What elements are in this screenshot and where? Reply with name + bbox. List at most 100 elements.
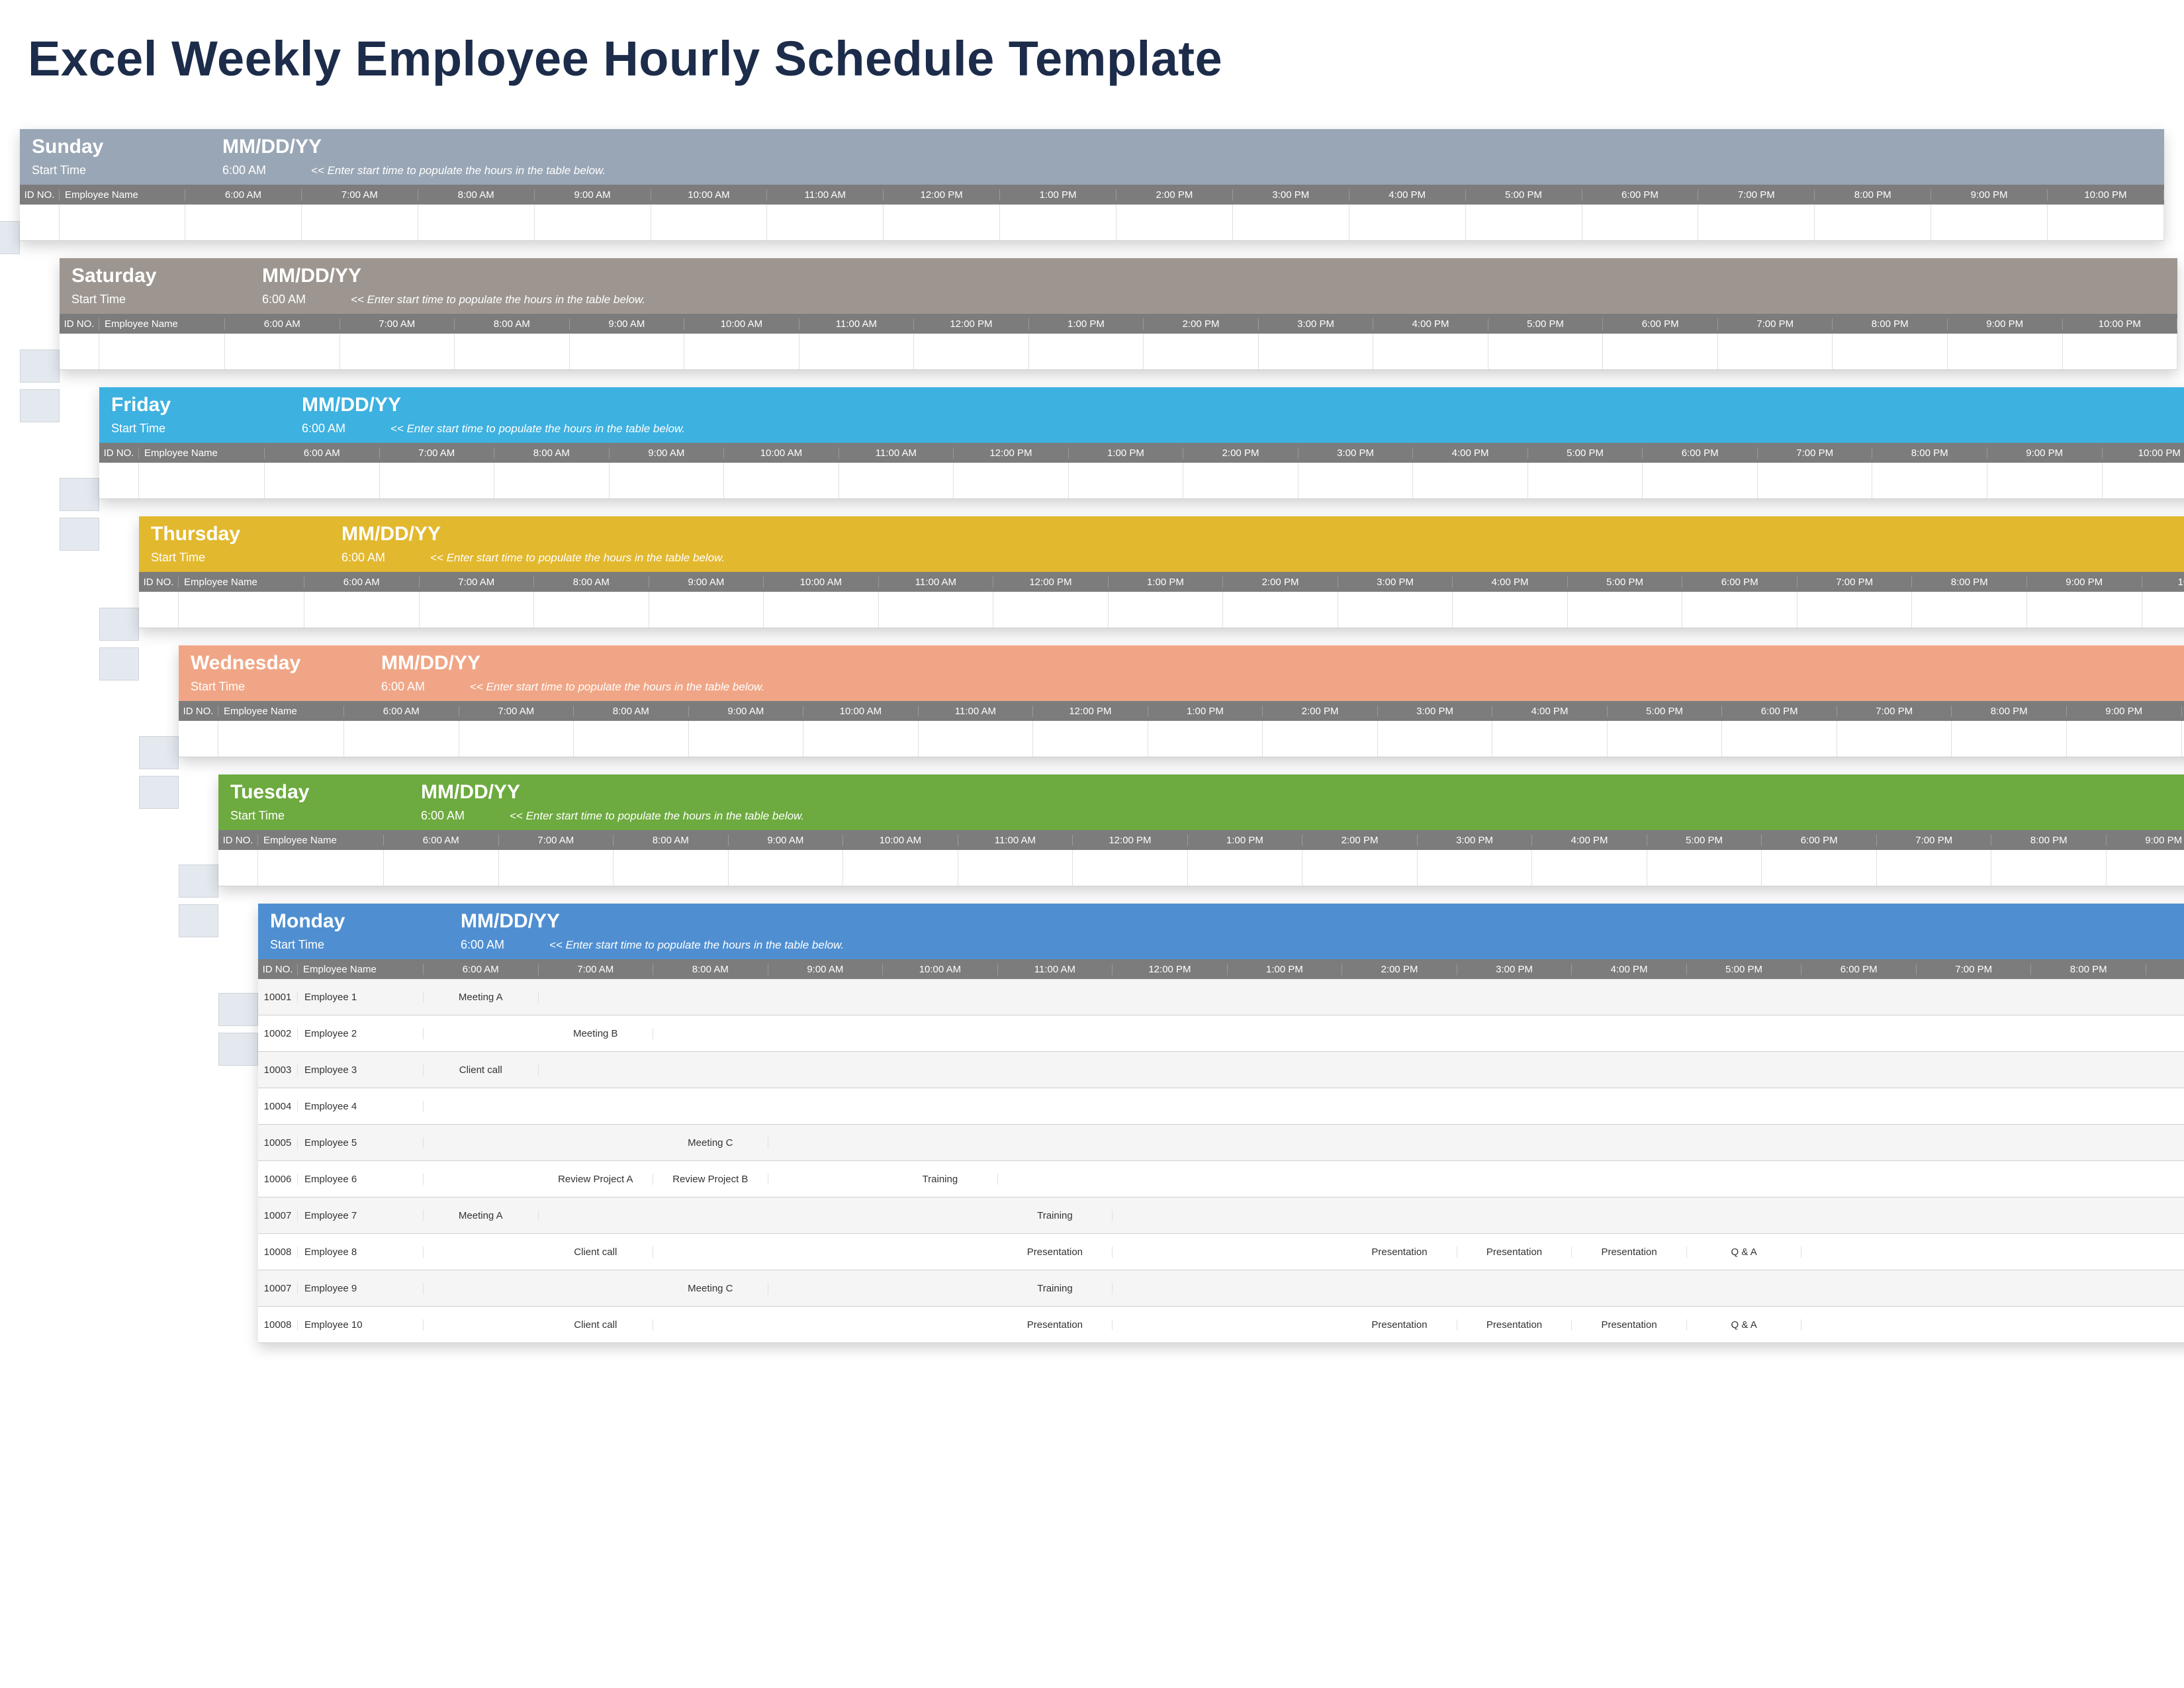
- cell-hour[interactable]: Presentation: [1457, 1246, 1572, 1258]
- cell-hour[interactable]: Review Project A: [539, 1174, 654, 1185]
- cell-hour[interactable]: [767, 205, 884, 240]
- cell-id[interactable]: [20, 205, 60, 240]
- cell-hour[interactable]: [1029, 334, 1144, 369]
- cell-hour[interactable]: Meeting B: [539, 1028, 654, 1039]
- cell-hour[interactable]: [1338, 592, 1453, 628]
- cell-hour[interactable]: [1069, 463, 1184, 498]
- cell-hour[interactable]: [1349, 205, 1466, 240]
- cell-hour[interactable]: [2142, 592, 2184, 628]
- cell-hour[interactable]: [1837, 721, 1952, 757]
- cell-hour[interactable]: [958, 850, 1073, 886]
- cell-hour[interactable]: [1797, 592, 1913, 628]
- cell-hour[interactable]: [1815, 205, 1931, 240]
- cell-id[interactable]: 10007: [258, 1210, 298, 1221]
- cell-hour[interactable]: Q & A: [1687, 1319, 1802, 1331]
- sheet-tab[interactable]: [20, 350, 60, 383]
- day-date[interactable]: MM/DD/YY: [302, 394, 401, 416]
- cell-hour[interactable]: [839, 463, 954, 498]
- cell-hour[interactable]: Training: [998, 1210, 1113, 1221]
- cell-hour[interactable]: [535, 205, 651, 240]
- cell-id[interactable]: [218, 850, 258, 886]
- cell-hour[interactable]: Meeting C: [653, 1283, 768, 1294]
- cell-hour[interactable]: [1603, 334, 1718, 369]
- cell-hour[interactable]: [1528, 463, 1643, 498]
- start-time-value[interactable]: 6:00 AM: [381, 680, 441, 694]
- sheet-tab[interactable]: [179, 865, 218, 898]
- cell-hour[interactable]: [1263, 721, 1378, 757]
- cell-hour[interactable]: [2048, 205, 2164, 240]
- cell-id[interactable]: 10008: [258, 1246, 298, 1258]
- cell-hour[interactable]: [1033, 721, 1148, 757]
- cell-hour[interactable]: [1223, 592, 1338, 628]
- cell-hour[interactable]: Presentation: [1342, 1319, 1457, 1331]
- cell-hour[interactable]: [610, 463, 725, 498]
- cell-employee[interactable]: Employee 1: [298, 992, 424, 1003]
- cell-employee[interactable]: [60, 205, 185, 240]
- cell-hour[interactable]: [2067, 721, 2182, 757]
- cell-hour[interactable]: [574, 721, 689, 757]
- cell-hour[interactable]: [1833, 334, 1948, 369]
- start-time-value[interactable]: 6:00 AM: [302, 422, 361, 436]
- cell-hour[interactable]: Presentation: [998, 1319, 1113, 1331]
- cell-employee[interactable]: [179, 592, 304, 628]
- cell-hour[interactable]: Presentation: [1457, 1319, 1572, 1331]
- cell-hour[interactable]: [651, 205, 768, 240]
- day-date[interactable]: MM/DD/YY: [421, 781, 520, 804]
- sheet-tab[interactable]: [179, 904, 218, 937]
- sheet-tab[interactable]: [139, 776, 179, 809]
- cell-hour[interactable]: Training: [998, 1283, 1113, 1294]
- cell-id[interactable]: 10003: [258, 1064, 298, 1076]
- cell-hour[interactable]: [954, 463, 1069, 498]
- cell-hour[interactable]: Presentation: [1572, 1246, 1687, 1258]
- cell-hour[interactable]: Meeting A: [424, 992, 539, 1003]
- cell-employee[interactable]: [258, 850, 384, 886]
- cell-hour[interactable]: [2103, 463, 2184, 498]
- cell-hour[interactable]: [1722, 721, 1837, 757]
- cell-hour[interactable]: [1453, 592, 1568, 628]
- day-date[interactable]: MM/DD/YY: [341, 523, 441, 545]
- cell-id[interactable]: 10007: [258, 1283, 298, 1294]
- cell-employee[interactable]: Employee 5: [298, 1137, 424, 1149]
- cell-hour[interactable]: [1492, 721, 1608, 757]
- cell-hour[interactable]: [302, 205, 418, 240]
- cell-hour[interactable]: [1952, 721, 2067, 757]
- cell-employee[interactable]: Employee 4: [298, 1101, 424, 1112]
- cell-hour[interactable]: [1298, 463, 1414, 498]
- sheet-tab[interactable]: [0, 221, 20, 254]
- cell-hour[interactable]: [2107, 850, 2184, 886]
- start-time-value[interactable]: 6:00 AM: [341, 551, 401, 565]
- cell-hour[interactable]: [729, 850, 844, 886]
- cell-hour[interactable]: [1877, 850, 1992, 886]
- cell-hour[interactable]: [534, 592, 649, 628]
- cell-hour[interactable]: [1758, 463, 1873, 498]
- start-time-value[interactable]: 6:00 AM: [461, 938, 520, 952]
- cell-hour[interactable]: [799, 334, 915, 369]
- cell-hour[interactable]: [418, 205, 535, 240]
- cell-hour[interactable]: [764, 592, 879, 628]
- cell-id[interactable]: 10002: [258, 1028, 298, 1039]
- cell-hour[interactable]: Review Project B: [653, 1174, 768, 1185]
- cell-hour[interactable]: [803, 721, 919, 757]
- cell-employee[interactable]: Employee 8: [298, 1246, 424, 1258]
- cell-employee[interactable]: Employee 10: [298, 1319, 424, 1331]
- cell-id[interactable]: 10004: [258, 1101, 298, 1112]
- cell-hour[interactable]: [1148, 721, 1263, 757]
- cell-hour[interactable]: Presentation: [998, 1246, 1113, 1258]
- cell-hour[interactable]: [919, 721, 1034, 757]
- start-time-value[interactable]: 6:00 AM: [421, 809, 480, 823]
- cell-hour[interactable]: [1000, 205, 1116, 240]
- cell-hour[interactable]: [2063, 334, 2178, 369]
- cell-hour[interactable]: [1188, 850, 1303, 886]
- cell-hour[interactable]: Client call: [539, 1319, 654, 1331]
- cell-id[interactable]: 10005: [258, 1137, 298, 1149]
- cell-hour[interactable]: [1466, 205, 1582, 240]
- cell-hour[interactable]: Meeting C: [653, 1137, 768, 1149]
- cell-hour[interactable]: [1418, 850, 1533, 886]
- cell-employee[interactable]: [99, 334, 225, 369]
- cell-hour[interactable]: [1931, 205, 2048, 240]
- sheet-tab[interactable]: [60, 478, 99, 511]
- cell-hour[interactable]: [1682, 592, 1797, 628]
- cell-hour[interactable]: [1413, 463, 1528, 498]
- cell-hour[interactable]: [1233, 205, 1349, 240]
- cell-hour[interactable]: Presentation: [1572, 1319, 1687, 1331]
